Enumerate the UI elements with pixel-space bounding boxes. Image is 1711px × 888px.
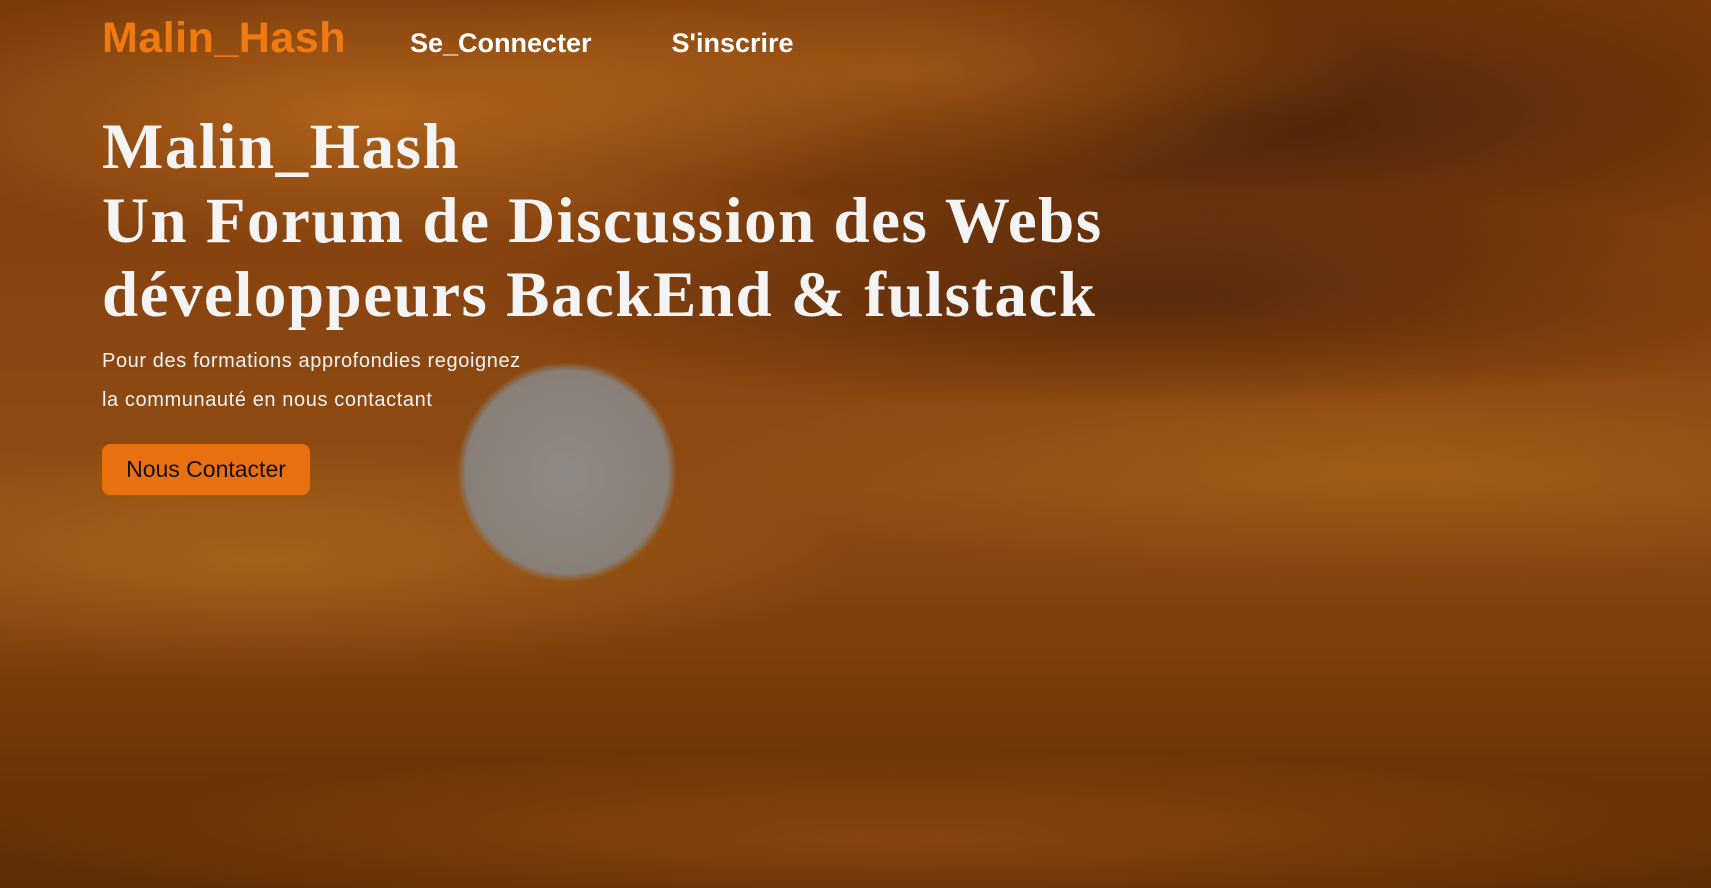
nav-link-login[interactable]: Se_Connecter bbox=[410, 28, 592, 59]
hero-subtitle-line: la communauté en nous contactant bbox=[102, 389, 433, 411]
top-navbar: Malin_Hash Se_Connecter S'inscrire bbox=[102, 14, 794, 63]
hero-subtitle-line: Pour des formations approfondies regoign… bbox=[102, 350, 521, 372]
nav-link-signup[interactable]: S'inscrire bbox=[672, 28, 794, 59]
hero-title: Malin_Hash Un Forum de Discussion des We… bbox=[102, 110, 1302, 332]
contact-button[interactable]: Nous Contacter bbox=[102, 444, 310, 495]
hero-title-line: Un Forum de Discussion des Webs bbox=[102, 185, 1103, 257]
brand-logo-link[interactable]: Malin_Hash bbox=[102, 14, 346, 63]
hero-title-line: Malin_Hash bbox=[102, 111, 461, 183]
hero-section: Malin_Hash Un Forum de Discussion des We… bbox=[102, 110, 1302, 440]
hero-subtitle: Pour des formations approfondies regoign… bbox=[102, 342, 1302, 420]
hero-title-line: développeurs BackEnd & fulstack bbox=[102, 259, 1097, 331]
